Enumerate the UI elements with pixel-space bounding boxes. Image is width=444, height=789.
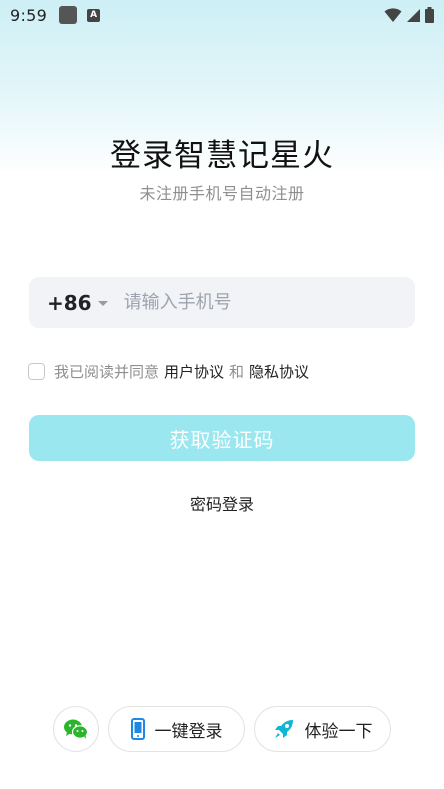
agreement-row: 我已阅读并同意 用户协议 和 隐私协议 — [28, 361, 314, 381]
password-login-link[interactable]: 密码登录 — [0, 491, 444, 515]
agreement-and: 和 — [229, 362, 245, 381]
one-key-login-button[interactable]: 一键登录 — [108, 706, 245, 752]
privacy-agreement-link[interactable]: 隐私协议 — [249, 361, 309, 382]
a-letter-icon: A — [87, 8, 101, 22]
alternative-login-row: 一键登录 体验一下 — [0, 706, 444, 752]
status-time: 9:59 — [10, 5, 48, 25]
battery-icon — [425, 7, 434, 23]
phone-field-box: +86 — [29, 277, 415, 328]
signal-icon — [407, 8, 420, 22]
wechat-icon — [64, 719, 89, 739]
wechat-login-button[interactable] — [53, 706, 99, 752]
page-title: 登录智慧记星火 — [110, 138, 334, 174]
country-code-selector[interactable]: +86 — [47, 291, 92, 315]
app-notification-icon — [59, 6, 78, 24]
rocket-icon — [274, 720, 293, 738]
try-it-button[interactable]: 体验一下 — [254, 706, 391, 752]
phone-input[interactable] — [123, 292, 384, 313]
try-it-label: 体验一下 — [304, 721, 373, 742]
user-agreement-link[interactable]: 用户协议 — [164, 361, 224, 382]
status-bar: 9:59 A — [0, 0, 444, 30]
wifi-icon — [384, 8, 402, 22]
status-right-icons — [384, 7, 434, 23]
agreement-prefix: 我已阅读并同意 — [54, 362, 160, 381]
chevron-down-icon[interactable] — [97, 301, 108, 306]
agreement-checkbox[interactable] — [28, 362, 45, 380]
one-key-login-label: 一键登录 — [154, 721, 223, 742]
get-code-button[interactable]: 获取验证码 — [29, 415, 415, 461]
page-subtitle: 未注册手机号自动注册 — [139, 184, 305, 203]
phone-icon — [130, 718, 145, 740]
